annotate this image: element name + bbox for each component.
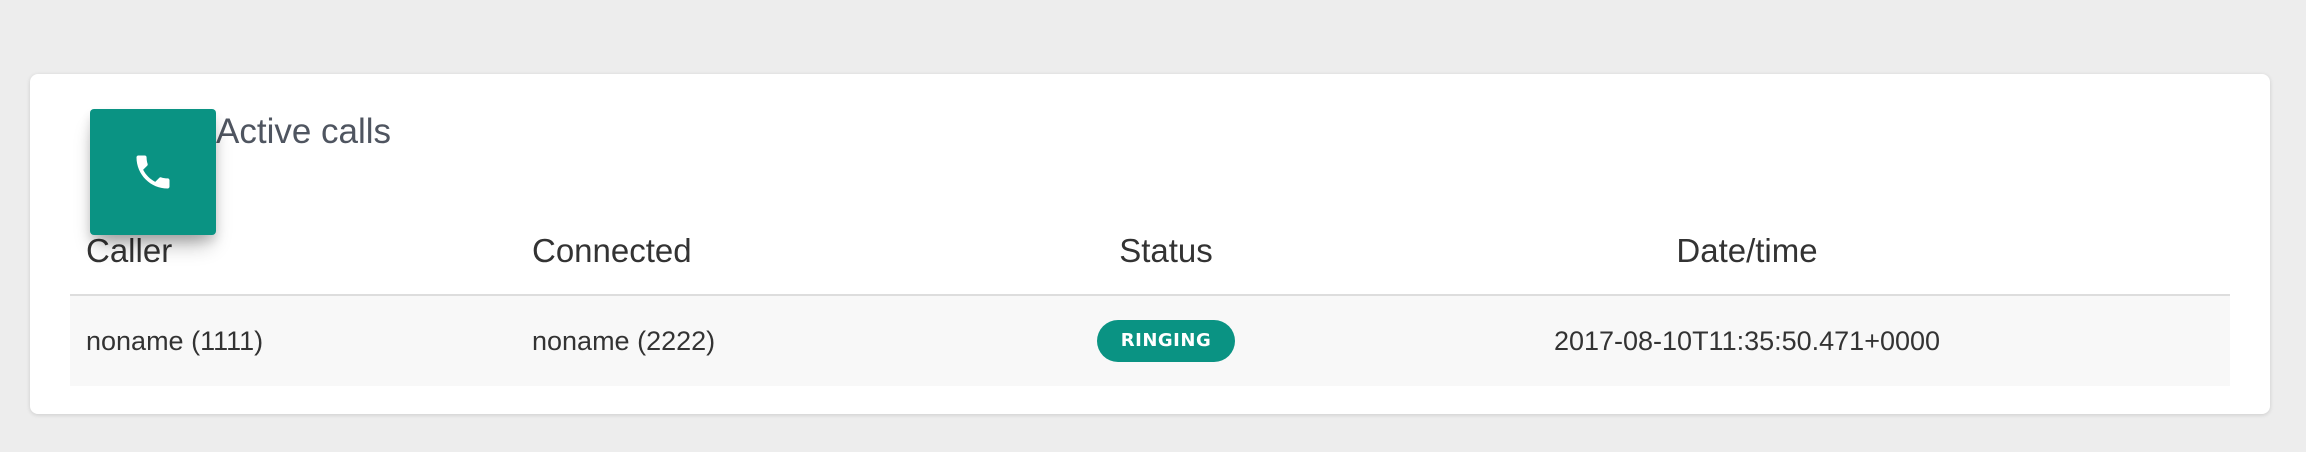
active-calls-table: Caller Connected Status Date/time noname… [70,208,2230,386]
table-row[interactable]: noname (1111) noname (2222) RINGING 2017… [70,295,2230,386]
cell-datetime: 2017-08-10T11:35:50.471+0000 [1264,295,2230,386]
cell-connected: noname (2222) [532,295,1068,386]
status-badge: RINGING [1096,320,1236,362]
column-header-status[interactable]: Status [1068,208,1264,296]
cell-caller: noname (1111) [70,295,532,386]
column-header-datetime[interactable]: Date/time [1264,208,2230,296]
cell-status: RINGING [1068,295,1264,386]
card-icon-box [90,109,216,235]
table-header-row: Caller Connected Status Date/time [70,208,2230,296]
active-calls-table-wrapper: Caller Connected Status Date/time noname… [70,208,2230,386]
card-title: Active calls [216,112,392,151]
column-header-connected[interactable]: Connected [532,208,1068,296]
phone-icon [136,155,170,189]
